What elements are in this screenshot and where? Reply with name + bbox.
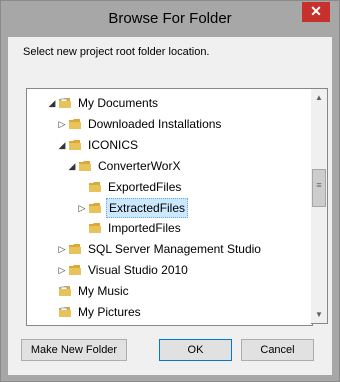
folder-icon bbox=[69, 119, 81, 129]
close-button[interactable]: ✕ bbox=[302, 2, 330, 22]
cancel-button[interactable]: Cancel bbox=[241, 339, 314, 361]
tree-item-label: Downloaded Installations bbox=[88, 117, 222, 131]
folder-icon bbox=[79, 161, 91, 171]
folder-icon bbox=[69, 265, 81, 275]
browse-folder-dialog: Browse For Folder ✕ Select new project r… bbox=[0, 0, 340, 382]
ok-button[interactable]: OK bbox=[159, 339, 232, 361]
tree-item-label: Visual Studio 2010 bbox=[88, 263, 188, 277]
pictures-folder-icon bbox=[59, 307, 71, 317]
folder-icon bbox=[89, 203, 101, 213]
tree-item[interactable]: ◢ ICONICS bbox=[27, 135, 312, 155]
title-bar[interactable]: Browse For Folder ✕ bbox=[1, 1, 339, 37]
tree-item-label: My Music bbox=[78, 284, 129, 298]
tree-item[interactable]: ImportedFiles bbox=[27, 218, 312, 238]
collapse-arrow-icon bbox=[47, 281, 57, 301]
tree-item[interactable]: ◢ ConverterWorX bbox=[27, 156, 312, 176]
tree-item[interactable]: ◢ My Documents bbox=[27, 93, 312, 113]
expand-arrow-icon[interactable]: ▷ bbox=[57, 260, 67, 280]
dialog-client-area: Select new project root folder location.… bbox=[8, 37, 332, 375]
tree-item-label: ExportedFiles bbox=[108, 180, 182, 194]
documents-folder-icon bbox=[59, 98, 71, 108]
tree-item-label: ICONICS bbox=[88, 138, 139, 152]
folder-icon bbox=[69, 140, 81, 150]
tree-item-label: My Documents bbox=[78, 96, 159, 110]
collapse-arrow-icon bbox=[77, 177, 87, 197]
music-folder-icon bbox=[59, 286, 71, 296]
close-icon: ✕ bbox=[310, 3, 322, 19]
make-new-folder-button[interactable]: Make New Folder bbox=[21, 339, 127, 361]
tree-scrollbar[interactable]: ▲ ≡ ▼ bbox=[311, 88, 328, 324]
tree-item-label: SQL Server Management Studio bbox=[88, 242, 261, 256]
tree-item[interactable]: My Pictures bbox=[27, 302, 312, 322]
tree-item[interactable]: ▷ Downloaded Installations bbox=[27, 114, 312, 134]
scroll-thumb[interactable]: ≡ bbox=[312, 169, 326, 207]
tree-item-label: ExtractedFiles bbox=[106, 198, 189, 218]
scroll-up-button[interactable]: ▲ bbox=[311, 89, 327, 106]
scroll-down-button[interactable]: ▼ bbox=[311, 306, 327, 323]
collapse-arrow-icon[interactable]: ◢ bbox=[57, 135, 67, 155]
expand-arrow-icon[interactable]: ▷ bbox=[57, 114, 67, 134]
tree-item[interactable]: My Music bbox=[27, 281, 312, 301]
tree-item-label: My Pictures bbox=[78, 305, 141, 319]
collapse-arrow-icon[interactable]: ◢ bbox=[47, 93, 57, 113]
folder-tree[interactable]: ◢ My Documents ▷ Downloaded Installations ◢ I… bbox=[26, 88, 313, 326]
dialog-title: Browse For Folder bbox=[108, 10, 232, 27]
folder-icon bbox=[89, 223, 101, 233]
collapse-arrow-icon[interactable]: ◢ bbox=[67, 156, 77, 176]
expand-arrow-icon[interactable]: ▷ bbox=[77, 198, 87, 218]
instruction-text: Select new project root folder location. bbox=[23, 46, 210, 58]
tree-item[interactable]: ▷ ExtractedFiles bbox=[27, 198, 312, 218]
collapse-arrow-icon bbox=[77, 218, 87, 238]
folder-icon bbox=[89, 182, 101, 192]
tree-item-label: ImportedFiles bbox=[108, 221, 181, 235]
grip-icon: ≡ bbox=[316, 180, 322, 190]
tree-item[interactable]: ▷ SQL Server Management Studio bbox=[27, 239, 312, 259]
folder-icon bbox=[69, 244, 81, 254]
tree-item[interactable]: ▷ Visual Studio 2010 bbox=[27, 260, 312, 280]
tree-item-label: ConverterWorX bbox=[98, 159, 181, 173]
expand-arrow-icon[interactable]: ▷ bbox=[57, 239, 67, 259]
tree-item[interactable]: ExportedFiles bbox=[27, 177, 312, 197]
collapse-arrow-icon bbox=[47, 302, 57, 322]
